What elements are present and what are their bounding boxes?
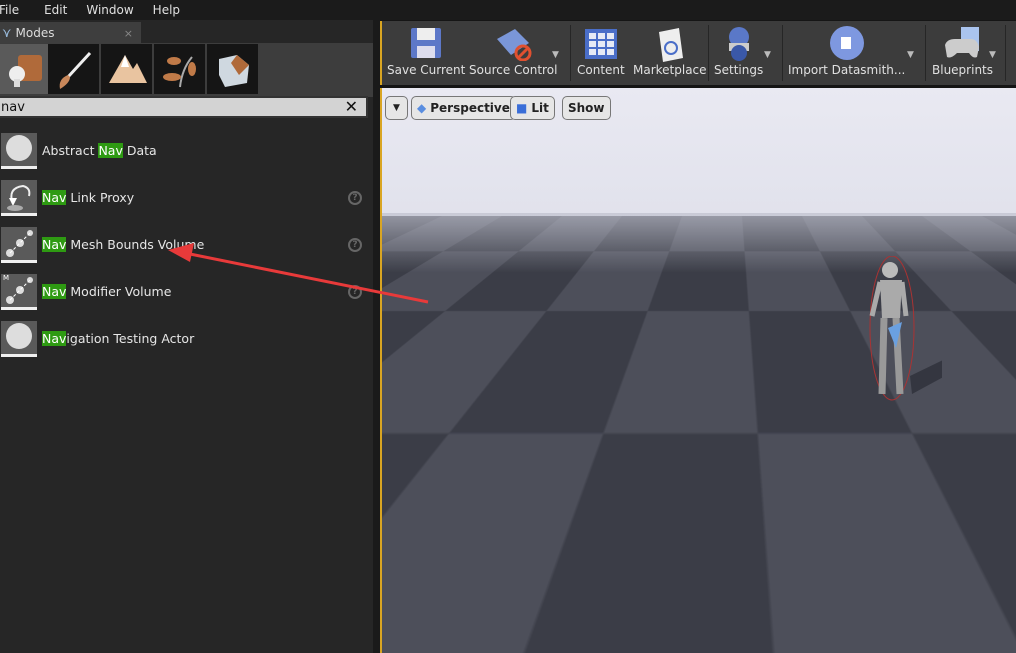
modes-icon: ⋎ (2, 26, 12, 41)
axis-gizmo: Z Y (402, 603, 452, 643)
datasmith-plug-icon (829, 25, 865, 61)
search-highlight: Nav (42, 237, 66, 252)
chevron-down-icon: ▼ (393, 103, 400, 113)
modes-tab[interactable]: ⋎ Modes × (0, 22, 141, 44)
settings-gear-icon (722, 25, 756, 61)
help-icon[interactable]: ? (348, 238, 362, 252)
axis-z-label: Z (412, 605, 419, 616)
search-highlight: Nav (98, 143, 122, 158)
toolbar-label: Settings (714, 63, 763, 77)
item-label: Nav Link Proxy (42, 190, 134, 205)
perspective-button[interactable]: ◆ Perspective (411, 96, 516, 120)
lit-label: Lit (531, 101, 549, 115)
save-current-button[interactable]: Save Current (387, 23, 465, 81)
show-button[interactable]: Show (562, 96, 611, 120)
close-icon[interactable]: × (124, 27, 133, 40)
list-item[interactable]: Navigation Testing Actor (0, 315, 368, 362)
modes-panel: ⋎ Modes × ✕ Abstract Nav Data Nav Link Pr… (0, 20, 373, 653)
item-label: Nav Modifier Volume (42, 284, 171, 299)
search-highlight: Nav (42, 190, 66, 205)
level-viewport[interactable]: ▼ ◆ Perspective ■ Lit Show Z Y ? https://b… (380, 88, 1016, 653)
panel-splitter[interactable] (373, 20, 380, 653)
modes-tab-label: Modes (16, 26, 55, 40)
item-label: Abstract Nav Data (42, 143, 157, 158)
sphere-icon (1, 321, 37, 357)
mannequin-character[interactable] (862, 256, 942, 406)
nav-link-icon (1, 180, 37, 216)
blueprints-gamepad-icon (943, 25, 983, 61)
menu-window[interactable]: Window (86, 3, 144, 17)
main-toolbar: Save Current Source Control ▼ Content Ma… (380, 21, 1016, 85)
actor-list: Abstract Nav Data Nav Link Proxy? Nav Mesh… (0, 127, 368, 362)
watermark-text: https://blog.csdn.net/qq_39947564 (778, 627, 1006, 642)
content-grid-icon (583, 25, 619, 61)
list-item[interactable]: Nav Mesh Bounds Volume? (0, 221, 368, 268)
menu-file[interactable]: File (0, 3, 30, 17)
toolbar-label: Save Current (387, 63, 465, 77)
menu-help[interactable]: Help (153, 3, 191, 17)
marketplace-bag-icon (655, 24, 685, 62)
chevron-down-icon[interactable]: ▼ (989, 50, 996, 60)
menu-bar: File Edit Window Help (0, 0, 1016, 20)
help-icon[interactable]: ? (395, 636, 408, 649)
viewport-options-button[interactable]: ▼ (385, 96, 408, 120)
menu-edit[interactable]: Edit (44, 3, 78, 17)
perspective-icon: ◆ (417, 101, 426, 115)
place-mode-icon[interactable] (0, 44, 51, 94)
mode-selector (0, 43, 373, 97)
toolbar-label: Source Control (469, 63, 557, 77)
import-datasmith-button[interactable]: Import Datasmith... (788, 23, 905, 81)
search-highlight: Nav (42, 331, 66, 346)
search-highlight: Nav (42, 284, 66, 299)
list-item[interactable]: Abstract Nav Data (0, 127, 368, 174)
list-item[interactable]: M Nav Modifier Volume? (0, 268, 368, 315)
marketplace-button[interactable]: Marketplace (633, 23, 707, 81)
item-label: Nav Mesh Bounds Volume (42, 237, 204, 252)
paint-mode-icon[interactable] (48, 44, 99, 94)
content-button[interactable]: Content (577, 23, 625, 81)
sphere-icon (1, 133, 37, 169)
lit-button[interactable]: ■ Lit (510, 96, 555, 120)
help-icon[interactable]: ? (348, 191, 362, 205)
blueprints-button[interactable]: Blueprints (932, 23, 993, 81)
list-item[interactable]: Nav Link Proxy? (0, 174, 368, 221)
save-icon (409, 26, 443, 60)
toolbar-label: Blueprints (932, 63, 993, 77)
show-label: Show (568, 101, 605, 115)
source-control-button[interactable]: Source Control (469, 23, 557, 81)
perspective-label: Perspective (430, 101, 510, 115)
search-box: ✕ (0, 96, 368, 118)
clear-search-icon[interactable]: ✕ (345, 97, 358, 116)
axis-y-label: Y (437, 628, 445, 639)
volume-icon (1, 227, 37, 263)
foliage-mode-icon[interactable] (154, 44, 205, 94)
help-icon[interactable]: ? (348, 285, 362, 299)
toolbar-label: Content (577, 63, 625, 77)
settings-button[interactable]: Settings (714, 23, 763, 81)
chevron-down-icon[interactable]: ▼ (552, 50, 559, 60)
item-label: Navigation Testing Actor (42, 331, 194, 346)
source-control-icon (493, 25, 533, 61)
search-input[interactable] (0, 98, 366, 116)
volume-icon: M (1, 274, 37, 310)
lit-cube-icon: ■ (516, 101, 527, 115)
geometry-mode-icon[interactable] (207, 44, 258, 94)
toolbar-label: Marketplace (633, 63, 707, 77)
chevron-down-icon[interactable]: ▼ (764, 50, 771, 60)
chevron-down-icon[interactable]: ▼ (907, 50, 914, 60)
toolbar-label: Import Datasmith... (788, 63, 905, 77)
landscape-mode-icon[interactable] (101, 44, 152, 94)
